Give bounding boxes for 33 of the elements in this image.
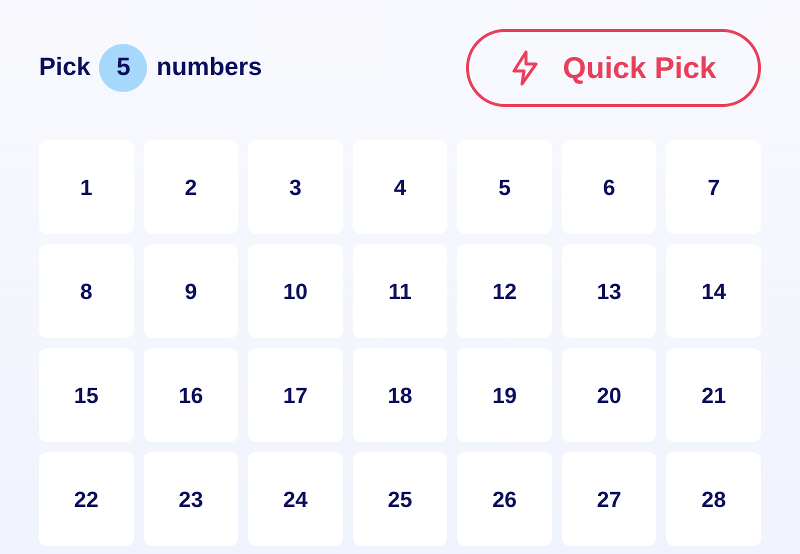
number-tile[interactable]: 4 — [352, 140, 448, 234]
number-tile[interactable]: 7 — [666, 140, 761, 234]
number-tile[interactable]: 13 — [562, 244, 656, 338]
number-tile[interactable]: 11 — [352, 244, 448, 338]
number-tile[interactable]: 22 — [39, 452, 134, 546]
number-tile[interactable]: 16 — [144, 348, 238, 442]
count-badge: 5 — [99, 44, 148, 92]
number-tile[interactable]: 8 — [39, 244, 134, 338]
number-tile[interactable]: 28 — [666, 452, 761, 546]
number-tile[interactable]: 21 — [666, 348, 761, 442]
number-tile[interactable]: 27 — [562, 452, 656, 546]
number-tile[interactable]: 10 — [248, 244, 343, 338]
number-tile[interactable]: 2 — [144, 140, 238, 234]
number-tile[interactable]: 26 — [457, 452, 552, 546]
lightning-icon — [510, 50, 539, 86]
number-tile[interactable]: 9 — [144, 244, 238, 338]
number-tile[interactable]: 1 — [39, 140, 134, 234]
number-tile[interactable]: 20 — [562, 348, 656, 442]
number-tile[interactable]: 14 — [666, 244, 761, 338]
number-tile[interactable]: 3 — [248, 140, 343, 234]
number-tile[interactable]: 6 — [562, 140, 656, 234]
number-tile[interactable]: 15 — [39, 348, 134, 442]
number-tile[interactable]: 12 — [457, 244, 552, 338]
quick-pick-button[interactable]: Quick Pick — [466, 29, 761, 107]
number-tile[interactable]: 5 — [457, 140, 552, 234]
number-tile[interactable]: 24 — [248, 452, 343, 546]
pick-label: Pick — [39, 52, 90, 84]
number-tile[interactable]: 19 — [457, 348, 552, 442]
number-tile[interactable]: 23 — [144, 452, 238, 546]
number-tile[interactable]: 18 — [352, 348, 448, 442]
numbers-label: numbers — [156, 52, 262, 84]
number-tile[interactable]: 25 — [352, 452, 448, 546]
number-tile[interactable]: 17 — [248, 348, 343, 442]
